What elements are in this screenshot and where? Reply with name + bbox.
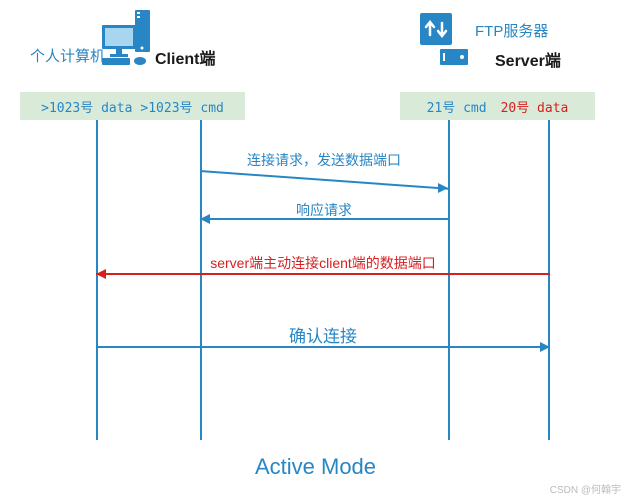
client-data-port: >1023号 data (41, 97, 132, 116)
arrow-2 (200, 218, 448, 220)
server-ports: 21号 cmd 20号 data (400, 92, 595, 120)
arrow-4-head (540, 342, 550, 352)
server-label: FTP服务器 (475, 20, 548, 41)
diagram-title: Active Mode (0, 454, 631, 480)
msg-confirm: 确认连接 (96, 322, 550, 347)
server-data-port: 20号 data (501, 97, 569, 116)
lifeline-server-data (548, 120, 550, 440)
lifeline-server-cmd (448, 120, 450, 440)
server-arrows-icon (420, 13, 468, 73)
msg-server-connect: server端主动连接client端的数据端口 (96, 253, 550, 273)
server-role: Server端 (495, 47, 561, 71)
arrow-2-head (200, 214, 210, 224)
msg-connect-request: 连接请求，发送数据端口 (200, 150, 448, 170)
arrow-3 (96, 273, 550, 275)
arrow-1 (200, 170, 449, 190)
arrow-4 (96, 346, 550, 348)
watermark: CSDN @何翰宇 (550, 481, 621, 496)
client-cmd-port: >1023号 cmd (140, 97, 223, 116)
client-ports: >1023号 data >1023号 cmd (20, 92, 245, 120)
client-label: 个人计算机 (30, 45, 105, 66)
msg-response: 响应请求 (200, 200, 448, 220)
server-cmd-port: 21号 cmd (427, 97, 487, 116)
arrow-3-head (96, 269, 106, 279)
lifeline-client-data (96, 120, 98, 440)
diagram-container: 个人计算机 Client端 FTP服务器 Server端 >1023号 data… (0, 0, 631, 500)
computer-icon (102, 10, 150, 70)
client-role: Client端 (155, 45, 215, 69)
arrow-1-head (438, 183, 448, 193)
